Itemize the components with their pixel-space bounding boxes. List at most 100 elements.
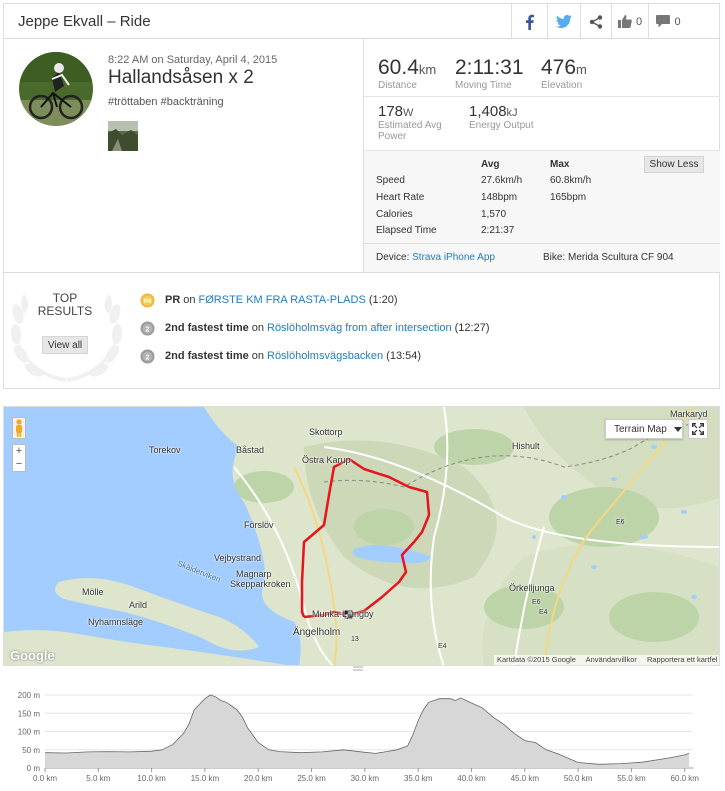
map-label: Skepparkroken xyxy=(230,579,291,589)
activity-stats: 60.4km Distance 2:11:31 Moving Time 476m… xyxy=(363,39,720,272)
kudos-count: 0 xyxy=(635,15,643,28)
elevation-chart[interactable]: 0 m 50 m 100 m 150 m 200 m 0.0 km 5.0 km 10.0 … xyxy=(3,673,720,788)
map-label: Ängelholm xyxy=(293,627,341,638)
map-label: Skottorp xyxy=(309,427,343,437)
twitter-icon xyxy=(556,15,572,28)
map-label: Magnarp xyxy=(236,569,272,579)
x-tick-label: 55.0 km xyxy=(617,774,646,783)
map-label: Torekov xyxy=(149,445,181,455)
comments-count: 0 xyxy=(674,15,681,28)
row-max: 60.8km/h xyxy=(550,175,592,186)
share-button[interactable] xyxy=(580,4,611,39)
comment-icon xyxy=(656,15,671,28)
row-label: Heart Rate xyxy=(376,192,425,203)
fullscreen-button[interactable] xyxy=(688,419,708,439)
row-label: Speed xyxy=(376,175,405,186)
map-label: Vejbystrand xyxy=(214,553,262,563)
device-info: Device: Strava iPhone App xyxy=(376,252,495,263)
map-type-dropdown[interactable]: Terrain Map xyxy=(605,419,683,439)
map-label: Nyhamnsläge xyxy=(88,617,144,627)
road-label: E4 xyxy=(438,643,447,650)
col-max-header: Max xyxy=(550,159,570,170)
x-tick-label: 25.0 km xyxy=(297,774,326,783)
row-avg: 1,570 xyxy=(481,209,507,220)
x-tick-label: 15.0 km xyxy=(191,774,220,783)
fullscreen-icon xyxy=(692,423,704,435)
show-less-button[interactable]: Show Less xyxy=(644,156,704,173)
x-tick-label: 35.0 km xyxy=(404,774,433,783)
zoom-out-button[interactable]: − xyxy=(13,458,25,471)
elevation-x-axis: 0.0 km 5.0 km 10.0 km 15.0 km 20.0 km 25.0 km… xyxy=(33,774,699,783)
athlete-avatar[interactable] xyxy=(19,52,93,126)
silver-medal-icon: 2 xyxy=(140,349,155,363)
zoom-in-button[interactable]: + xyxy=(13,445,25,458)
segment-link[interactable]: Röslöholmsvägsbacken xyxy=(267,350,383,362)
kudos-button[interactable]: 0 xyxy=(611,4,648,39)
stat-power: 178W Estimated Avg Power xyxy=(378,103,442,142)
facebook-share-button[interactable] xyxy=(511,4,547,39)
silver-medal-icon: 2 xyxy=(140,321,155,335)
map-label: Mölle xyxy=(82,587,104,597)
comment-button[interactable]: 0 xyxy=(648,4,688,39)
map-label: Örkelljunga xyxy=(509,583,555,593)
y-tick-label: 50 m xyxy=(22,746,40,755)
activity-name: Hallandsåsen x 2 xyxy=(108,67,254,88)
road-label: E6 xyxy=(532,599,541,606)
result-item-pr: PR PR on FØRSTE KM FRA RASTA-PLADS (1:20… xyxy=(140,291,398,309)
stat-energy: 1,408kJ Energy Output xyxy=(469,103,534,131)
result-item-second: 2 2nd fastest time on Röslöholmsvägsback… xyxy=(140,347,421,365)
row-label: Elapsed Time xyxy=(376,225,437,236)
stats-detail-table: Avg Max Show Less Speed 27.6km/h 60.8km/… xyxy=(364,150,720,272)
map-label: Hishult xyxy=(512,441,540,451)
road-label: 13 xyxy=(351,636,359,643)
device-link[interactable]: Strava iPhone App xyxy=(412,252,495,263)
x-tick-label: 20.0 km xyxy=(244,774,273,783)
road-label: E6 xyxy=(616,519,625,526)
terrain-map xyxy=(4,407,719,665)
row-avg: 2:21:37 xyxy=(481,225,515,236)
activity-date: 8:22 AM on Saturday, April 4, 2015 xyxy=(108,54,278,66)
stat-distance: 60.4km Distance xyxy=(378,56,437,91)
y-tick-label: 100 m xyxy=(18,728,41,737)
x-tick-label: 60.0 km xyxy=(671,774,700,783)
report-map-error-link[interactable]: Rapportera ett kartfel xyxy=(647,655,717,664)
top-results-title: TOP RESULTS xyxy=(37,291,93,318)
segment-link[interactable]: Röslöholmsväg from after intersection xyxy=(267,322,452,334)
map-label: Båstad xyxy=(236,445,265,455)
activity-photo-thumbnail[interactable] xyxy=(108,121,138,151)
svg-text:PR: PR xyxy=(144,299,152,305)
bike-info: Bike: Merida Scultura CF 904 xyxy=(543,252,674,263)
result-item-second: 2 2nd fastest time on Röslöholmsväg from… xyxy=(140,319,490,337)
svg-text:2: 2 xyxy=(146,326,150,333)
x-tick-label: 0.0 km xyxy=(33,774,57,783)
view-all-button[interactable]: View all xyxy=(42,336,88,354)
segment-link[interactable]: FØRSTE KM FRA RASTA-PLADS xyxy=(199,294,366,306)
stat-elevation: 476m Elevation xyxy=(541,56,587,91)
col-avg-header: Avg xyxy=(481,159,500,170)
route-map[interactable]: + − Terrain Map Skottorp Båstad Torekov … xyxy=(3,406,720,666)
zoom-control: + − xyxy=(12,444,26,472)
activity-header: Jeppe Ekvall – Ride 0 0 xyxy=(4,4,719,39)
terms-link[interactable]: Användarvillkor xyxy=(586,655,637,664)
x-tick-label: 10.0 km xyxy=(137,774,166,783)
thumbs-up-icon xyxy=(617,15,632,28)
resize-handle-icon[interactable] xyxy=(353,666,363,671)
street-view-pegman[interactable] xyxy=(12,417,26,439)
x-tick-label: 50.0 km xyxy=(564,774,593,783)
pegman-icon xyxy=(16,419,22,437)
x-tick-label: 5.0 km xyxy=(86,774,110,783)
chevron-down-icon xyxy=(673,426,682,432)
map-label: Markaryd xyxy=(670,409,708,419)
map-label: Arild xyxy=(129,600,148,610)
road-label: E4 xyxy=(539,609,548,616)
svg-text:2: 2 xyxy=(146,354,150,361)
row-avg: 27.6km/h xyxy=(481,175,523,186)
x-tick-label: 45.0 km xyxy=(511,774,540,783)
x-tick-label: 40.0 km xyxy=(457,774,486,783)
y-tick-label: 150 m xyxy=(18,709,41,718)
twitter-share-button[interactable] xyxy=(547,4,580,39)
pr-medal-icon: PR xyxy=(140,293,155,307)
google-logo: Google xyxy=(10,648,55,663)
map-label: Förslöv xyxy=(244,520,274,530)
map-attribution: Kartdata ©2015 Google Användarvillkor Ra… xyxy=(494,655,719,665)
